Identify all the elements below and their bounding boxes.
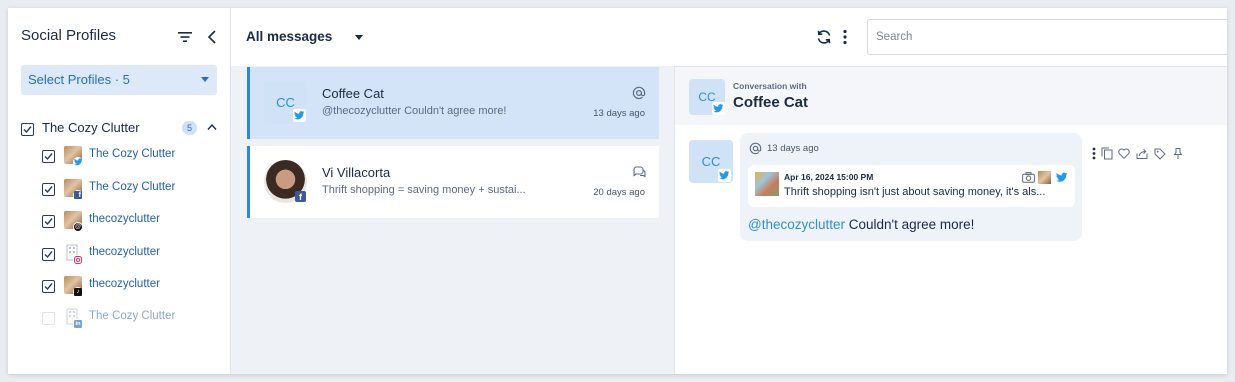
sender-name: Coffee Cat (322, 86, 384, 101)
conversation-name: Coffee Cat (733, 94, 809, 111)
select-profiles-dropdown[interactable]: Select Profiles · 5 (21, 65, 217, 95)
profile-label: The Cozy Clutter (89, 148, 176, 160)
tag-icon[interactable] (1154, 147, 1166, 160)
conversation-with-label: Conversation with (733, 81, 807, 91)
profile-checkbox[interactable] (42, 215, 55, 228)
conversation-panel: CC Conversation with Coffee Cat CC 13 da… (674, 66, 1227, 374)
message-date: 20 days ago (593, 187, 645, 198)
profile-label: thecozyclutter (89, 278, 160, 290)
quoted-post-date: Apr 16, 2024 15:00 PM (784, 172, 874, 182)
sidebar-title: Social Profiles (21, 27, 117, 44)
profile-label: The Cozy Clutter (89, 310, 176, 322)
twitter-icon (73, 157, 83, 167)
tiktok-icon: ♪ (73, 287, 83, 297)
profile-label: thecozyclutter (89, 213, 160, 225)
heart-icon[interactable] (1118, 147, 1130, 160)
filter-icon[interactable] (177, 30, 193, 44)
profile-checkbox[interactable] (42, 183, 55, 196)
mention-icon (749, 142, 762, 155)
profile-item[interactable]: in The Cozy Clutter (42, 308, 222, 330)
twitter-icon (293, 109, 306, 122)
message-text: @thecozyclutter Couldn't agree more! (748, 217, 974, 232)
share-icon[interactable] (1136, 147, 1148, 160)
group-count-badge: 5 (182, 121, 197, 135)
search-input[interactable] (867, 19, 1227, 55)
chevron-up-icon[interactable] (207, 123, 217, 131)
linkedin-icon: in (73, 319, 83, 329)
comment-icon (633, 166, 646, 178)
message-bubble: 13 days ago Apr 16, 2024 15:00 PM Thrift… (740, 133, 1082, 241)
quoted-post-text: Thrift shopping isn't just about saving … (784, 186, 1046, 198)
facebook-icon: f (73, 190, 83, 200)
facebook-icon: f (295, 191, 306, 202)
social-profiles-sidebar: Social Profiles Select Profiles · 5 The … (8, 8, 231, 374)
messages-toolbar: All messages (231, 8, 1227, 66)
profile-checkbox[interactable] (42, 248, 55, 261)
message-preview: @thecozyclutter Couldn't agree more! (322, 105, 507, 117)
message-body: Couldn't agree more! (845, 217, 975, 232)
collapse-sidebar-icon[interactable] (207, 29, 217, 45)
threads-icon: @ (73, 222, 83, 232)
message-card[interactable]: CC Coffee Cat @thecozyclutter Couldn't a… (247, 67, 659, 139)
twitter-icon (712, 102, 725, 115)
profile-item[interactable]: ♪ thecozyclutter (42, 276, 222, 298)
message-filter-label[interactable]: All messages (246, 29, 332, 44)
group-label: The Cozy Clutter (42, 120, 140, 135)
pin-icon[interactable] (1172, 147, 1184, 160)
profile-checkbox[interactable] (42, 150, 55, 163)
profile-avatar (1038, 171, 1051, 184)
message-date: 13 days ago (767, 143, 819, 154)
app-window: Social Profiles Select Profiles · 5 The … (8, 8, 1227, 374)
select-profiles-label: Select Profiles · 5 (28, 72, 130, 87)
profile-label: The Cozy Clutter (89, 181, 176, 193)
mention-link[interactable]: @thecozyclutter (748, 217, 845, 232)
camera-icon (1022, 172, 1035, 183)
message-preview: Thrift shopping = saving money + sustai.… (322, 184, 526, 196)
post-thumbnail (755, 172, 779, 196)
profile-item[interactable]: The Cozy Clutter (42, 146, 222, 168)
group-checkbox[interactable] (21, 123, 34, 136)
caret-down-icon (201, 77, 209, 82)
quoted-post[interactable]: Apr 16, 2024 15:00 PM Thrift shopping is… (748, 165, 1075, 207)
message-card[interactable]: f Vi Villacorta Thrift shopping = saving… (247, 146, 659, 218)
twitter-icon (718, 169, 731, 182)
more-vertical-icon[interactable] (1092, 147, 1096, 160)
twitter-icon (1056, 172, 1068, 182)
message-date: 13 days ago (593, 108, 645, 119)
profile-group[interactable]: The Cozy Clutter 5 (21, 120, 221, 138)
profile-item[interactable]: f The Cozy Clutter (42, 179, 222, 201)
mention-icon (632, 86, 646, 100)
copy-icon[interactable] (1101, 147, 1113, 160)
message-list: CC Coffee Cat @thecozyclutter Couldn't a… (231, 66, 674, 374)
more-vertical-icon[interactable] (843, 29, 847, 45)
sender-name: Vi Villacorta (322, 165, 391, 180)
profile-item[interactable]: thecozyclutter (42, 244, 222, 266)
caret-down-icon[interactable] (355, 35, 363, 40)
profile-label: thecozyclutter (89, 246, 160, 258)
refresh-icon[interactable] (816, 29, 832, 45)
conversation-header: CC Conversation with Coffee Cat (675, 67, 1227, 125)
profile-checkbox[interactable] (42, 312, 55, 325)
profile-item[interactable]: @ thecozyclutter (42, 211, 222, 233)
instagram-icon (73, 255, 83, 265)
profile-checkbox[interactable] (42, 280, 55, 293)
